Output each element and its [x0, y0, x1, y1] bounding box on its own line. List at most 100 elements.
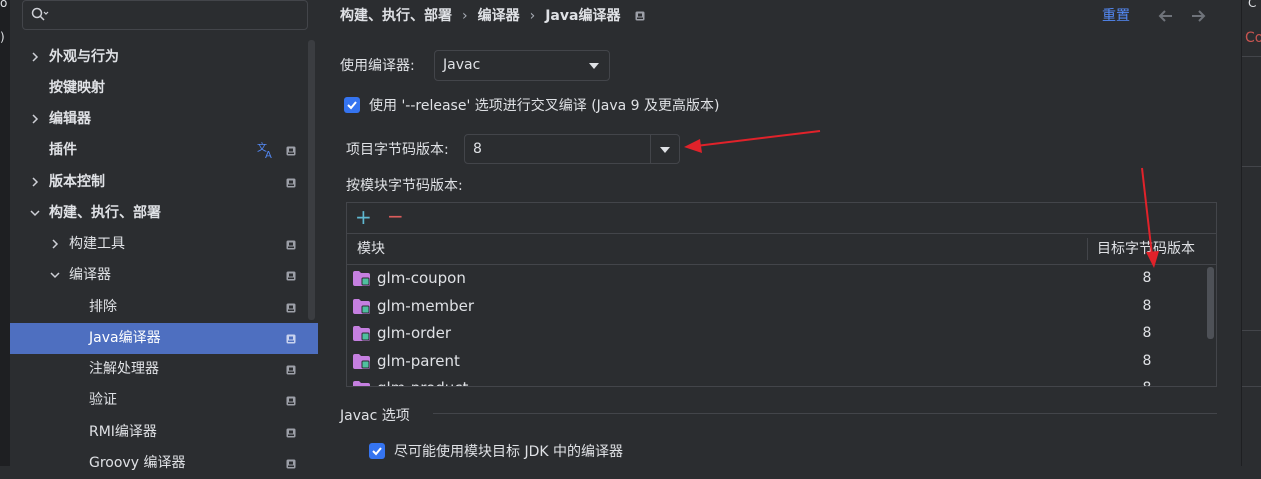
sidebar-item-build-tools[interactable]: 构建工具: [10, 229, 318, 260]
chevron-right-icon[interactable]: [30, 114, 40, 124]
chevron-down-icon: [660, 147, 670, 153]
module-version[interactable]: 8: [1137, 323, 1157, 343]
sidebar-item-rmi-compiler[interactable]: RMI编译器: [10, 417, 318, 448]
table-row[interactable]: glm-parent 8: [347, 348, 1207, 375]
edge-text: C: [1248, 0, 1257, 10]
remove-button[interactable]: −: [387, 206, 404, 226]
module-name: glm-coupon: [377, 269, 466, 287]
arrow-right-icon[interactable]: [1190, 8, 1206, 24]
compiler-select[interactable]: Javac: [434, 50, 610, 81]
project-bytecode-value: 8: [473, 141, 482, 157]
reset-link[interactable]: 重置: [1102, 6, 1130, 26]
sidebar-item-label: 构建、执行、部署: [49, 205, 161, 221]
sidebar-item-annotation-processors[interactable]: 注解处理器: [10, 354, 318, 385]
translate-icon: 文 A: [257, 141, 272, 159]
add-button[interactable]: +: [355, 207, 372, 227]
sidebar-item-label: 插件: [49, 142, 77, 158]
edge-text: o: [0, 0, 8, 10]
sidebar-item-validation[interactable]: 验证: [10, 385, 318, 416]
table-row[interactable]: glm-coupon 8: [347, 265, 1207, 292]
sidebar-item-compiler[interactable]: 编译器: [10, 260, 318, 291]
sidebar-item-appearance[interactable]: 外观与行为: [10, 42, 318, 73]
use-module-jdk-label[interactable]: 尽可能使用模块目标 JDK 中的编译器: [394, 441, 623, 461]
chevron-right-icon[interactable]: [50, 239, 60, 249]
sidebar-item-label: Groovy 编译器: [89, 455, 186, 471]
chevron-down-icon[interactable]: [50, 270, 60, 280]
table-scrollbar[interactable]: [1207, 267, 1214, 339]
settings-content: 构建、执行、部署 › 编译器 › Java编译器 重置 使用编译器: Javac 使用 …: [318, 0, 1241, 466]
column-divider[interactable]: [1087, 238, 1088, 260]
module-version[interactable]: 8: [1137, 351, 1157, 371]
sidebar-item-excludes[interactable]: 排除: [10, 292, 318, 323]
project-bytecode-label: 项目字节码版本:: [346, 142, 449, 158]
chevron-down-icon[interactable]: [30, 208, 40, 218]
javac-options-title: Javac 选项: [340, 408, 410, 424]
project-level-icon: [286, 178, 296, 188]
compiler-label: 使用编译器:: [340, 58, 415, 74]
edge-tab[interactable]: Co: [1245, 30, 1261, 46]
module-folder-icon: [353, 299, 370, 314]
settings-search-input[interactable]: [22, 0, 308, 30]
sidebar-item-build[interactable]: 构建、执行、部署: [10, 198, 318, 229]
sidebar-item-label: 排除: [89, 299, 117, 315]
divider: [1242, 330, 1261, 331]
arrow-left-icon[interactable]: [1158, 8, 1174, 24]
sidebar-item-label: RMI编译器: [89, 424, 157, 440]
divider: [1242, 56, 1261, 57]
module-name: glm-order: [377, 324, 451, 342]
table-header: 模块 目标字节码版本: [347, 234, 1216, 265]
left-edge-strip: o ): [0, 0, 10, 466]
release-option-label[interactable]: 使用 '--release' 选项进行交叉编译 (Java 9 及更高版本): [369, 95, 720, 115]
sidebar-item-vcs[interactable]: 版本控制: [10, 167, 318, 198]
project-level-icon: [286, 459, 296, 469]
module-version[interactable]: 8: [1137, 268, 1157, 288]
module-name: glm-member: [377, 297, 475, 315]
table-row[interactable]: glm-member 8: [347, 293, 1207, 320]
table-row[interactable]: glm-product 8: [347, 375, 1207, 386]
project-level-icon: [635, 11, 645, 21]
module-version[interactable]: 8: [1137, 378, 1157, 386]
search-icon: [31, 7, 49, 21]
sidebar-scrollbar[interactable]: [308, 40, 315, 320]
project-level-icon: [286, 334, 296, 344]
module-folder-icon: [353, 271, 370, 286]
module-folder-icon: [353, 381, 370, 386]
breadcrumb-item: 构建、执行、部署: [340, 8, 452, 24]
sidebar-item-plugins[interactable]: 插件 文 A: [10, 135, 318, 166]
svg-text:A: A: [265, 150, 272, 159]
settings-sidebar: 外观与行为 按键映射 编辑器 插件 文 A 版本控制 构建、执行、部署 构建工具…: [10, 0, 319, 471]
sidebar-item-groovy-compiler[interactable]: Groovy 编译器: [10, 448, 318, 479]
combo-divider: [650, 135, 651, 163]
release-option-checkbox[interactable]: [344, 97, 360, 113]
divider: [1242, 386, 1261, 387]
sidebar-item-label: 编译器: [69, 267, 111, 283]
chevron-down-icon: [589, 63, 599, 69]
table-row[interactable]: glm-order 8: [347, 320, 1207, 347]
checkmark-icon: [372, 447, 382, 456]
column-header-target-version[interactable]: 目标字节码版本: [1097, 234, 1195, 264]
sidebar-item-editor[interactable]: 编辑器: [10, 104, 318, 135]
chevron-right-icon[interactable]: [30, 52, 40, 62]
column-header-module[interactable]: 模块: [357, 234, 385, 264]
module-folder-icon: [353, 326, 370, 341]
sidebar-item-java-compiler[interactable]: Java编译器: [10, 323, 318, 354]
table-toolbar: + −: [347, 203, 1216, 234]
module-version[interactable]: 8: [1137, 296, 1157, 316]
divider: [1242, 166, 1261, 167]
right-edge-strip: C Co: [1241, 0, 1261, 466]
module-name: glm-product: [377, 378, 468, 386]
project-level-icon: [286, 365, 296, 375]
use-module-jdk-checkbox[interactable]: [369, 443, 385, 459]
compiler-select-value: Javac: [443, 57, 481, 73]
module-bytecode-label: 按模块字节码版本:: [346, 178, 463, 194]
sidebar-item-label: 注解处理器: [89, 361, 159, 377]
chevron-right-icon[interactable]: [30, 177, 40, 187]
project-bytecode-select[interactable]: 8: [464, 134, 680, 164]
table-body: glm-coupon 8 glm-member 8 glm-order 8 gl…: [347, 265, 1216, 386]
project-level-icon: [286, 396, 296, 406]
breadcrumb-item: 编译器: [477, 8, 520, 24]
sidebar-item-keymap[interactable]: 按键映射: [10, 73, 318, 104]
sidebar-item-label: 构建工具: [69, 236, 125, 252]
sidebar-item-label: 外观与行为: [49, 49, 119, 65]
project-level-icon: [286, 146, 296, 156]
